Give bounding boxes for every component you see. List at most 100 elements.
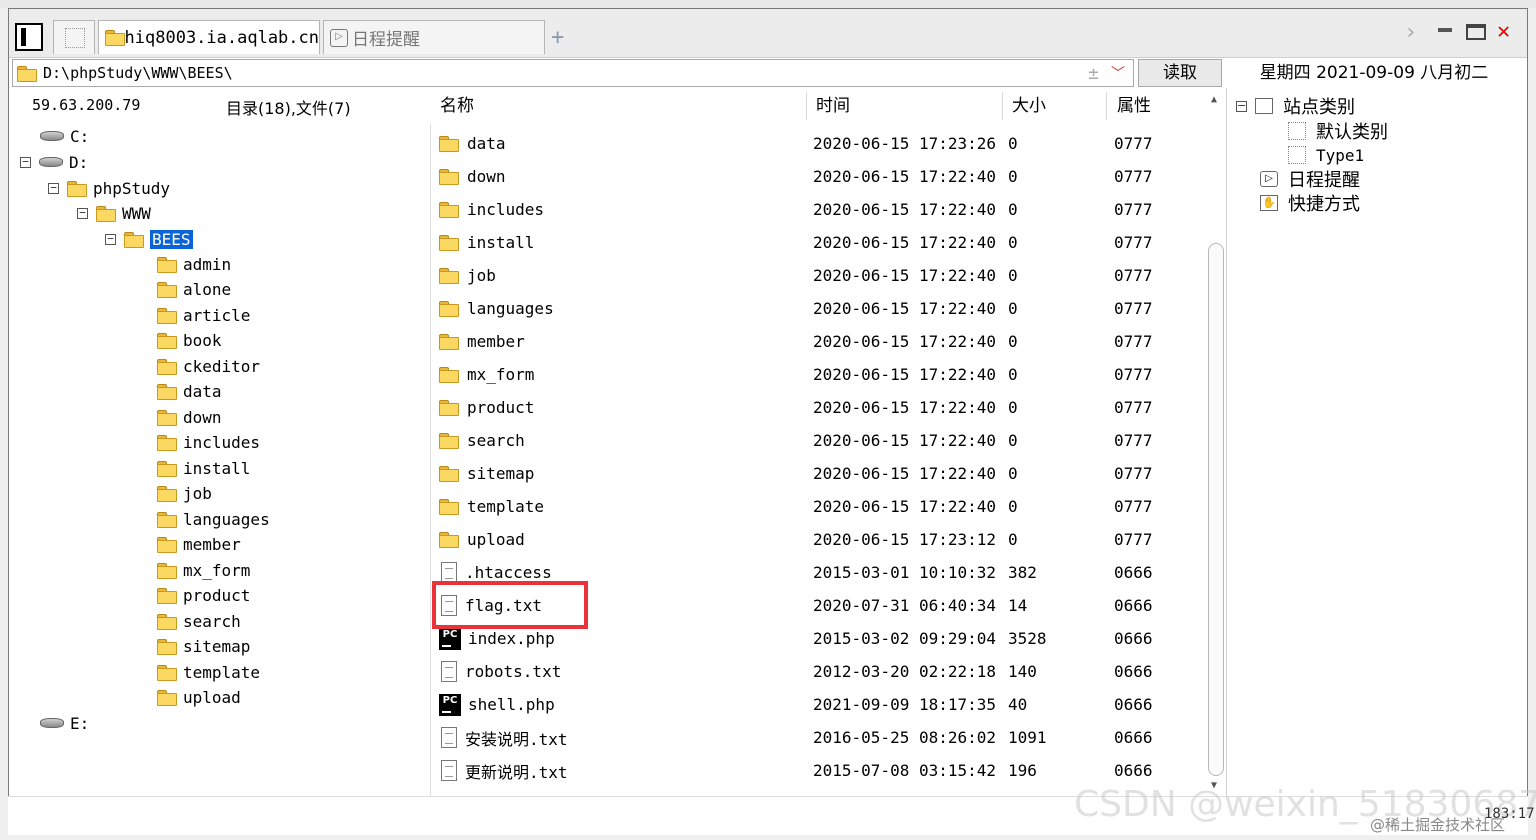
tree-folder[interactable]: product: [157, 584, 250, 608]
file-name-cell: template: [437, 497, 544, 516]
file-row[interactable]: member 2020-06-15 17:22:40 0 0777: [437, 325, 1207, 358]
tree-folder[interactable]: template: [157, 660, 260, 684]
site-category-node[interactable]: − 站点类别: [1236, 94, 1355, 118]
collapse-icon[interactable]: −: [105, 233, 116, 245]
file-time: 2020-06-15 17:22:40: [813, 266, 997, 285]
minimize-icon[interactable]: [1438, 28, 1452, 32]
file-row[interactable]: 安装说明.txt 2016-05-25 08:26:02 1091 0666: [437, 721, 1207, 754]
dir-summary: 目录(18),文件(7): [226, 99, 351, 118]
tree-label: D:: [69, 152, 89, 172]
tree-folder[interactable]: includes: [157, 431, 260, 455]
file-name-cell: robots.txt: [437, 661, 561, 682]
file-row[interactable]: languages 2020-06-15 17:22:40 0 0777: [437, 292, 1207, 325]
close-icon[interactable]: ✕: [1497, 19, 1510, 44]
tree-folder[interactable]: job: [157, 482, 212, 506]
tree-label: phpStudy: [93, 178, 171, 198]
folder-open-icon: [124, 231, 144, 248]
file-row[interactable]: install 2020-06-15 17:22:40 0 0777: [437, 226, 1207, 259]
schedule-node[interactable]: ▷ 日程提醒: [1260, 167, 1360, 191]
collapse-icon[interactable]: −: [48, 182, 59, 194]
tree-folder[interactable]: member: [157, 533, 241, 557]
file-size: 0: [1008, 398, 1018, 417]
folder-icon: [157, 664, 177, 681]
type1-node[interactable]: Type1: [1288, 143, 1364, 167]
tree-phpstudy[interactable]: − phpStudy: [48, 176, 170, 200]
collapse-icon[interactable]: −: [20, 156, 31, 168]
file-row[interactable]: robots.txt 2012-03-20 02:22:18 140 0666: [437, 655, 1207, 688]
column-attr[interactable]: 属性: [1117, 90, 1151, 122]
tree-folder[interactable]: search: [157, 609, 241, 633]
tab-schedule[interactable]: ▷ 日程提醒: [323, 20, 545, 54]
file-row[interactable]: search 2020-06-15 17:22:40 0 0777: [437, 424, 1207, 457]
file-name: search: [467, 431, 525, 450]
collapse-icon[interactable]: −: [77, 207, 88, 219]
file-time: 2020-07-31 06:40:34: [813, 596, 997, 615]
column-name[interactable]: 名称: [440, 90, 474, 122]
default-category-node[interactable]: 默认类别: [1288, 119, 1388, 143]
plus-minus-icon[interactable]: ±: [1088, 63, 1099, 84]
read-button[interactable]: 读取: [1138, 59, 1222, 87]
tree-www[interactable]: − WWW: [77, 201, 151, 225]
tree-folder[interactable]: ckeditor: [157, 354, 260, 378]
chevron-down-icon[interactable]: ﹀: [1111, 63, 1125, 83]
file-row[interactable]: job 2020-06-15 17:22:40 0 0777: [437, 259, 1207, 292]
chevron-right-icon[interactable]: ›: [1404, 20, 1417, 45]
file-name: .htaccess: [465, 563, 552, 582]
address-bar[interactable]: D:\phpStudy\WWW\BEES\ ± ﹀: [12, 59, 1134, 87]
file-row[interactable]: down 2020-06-15 17:22:40 0 0777: [437, 160, 1207, 193]
file-row[interactable]: upload 2020-06-15 17:23:12 0 0777: [437, 523, 1207, 556]
file-row[interactable]: includes 2020-06-15 17:22:40 0 0777: [437, 193, 1207, 226]
file-row[interactable]: sitemap 2020-06-15 17:22:40 0 0777: [437, 457, 1207, 490]
tree-folder[interactable]: languages: [157, 507, 270, 531]
tab-site[interactable]: rhiq8003.ia.aqlab.cn: [98, 20, 320, 54]
site-category-label: 站点类别: [1283, 97, 1355, 118]
file-row[interactable]: mx_form 2020-06-15 17:22:40 0 0777: [437, 358, 1207, 391]
file-name: shell.php: [468, 695, 555, 714]
scrollbar-thumb[interactable]: [1208, 243, 1224, 776]
folder-icon: [439, 499, 459, 515]
file-row[interactable]: 更新说明.txt 2015-07-08 03:15:42 196 0666: [437, 754, 1207, 787]
right-pane-divider[interactable]: [1226, 88, 1227, 796]
shortcut-node[interactable]: ✋ 快捷方式: [1260, 191, 1360, 215]
file-size: 0: [1008, 233, 1018, 252]
file-row[interactable]: data 2020-06-15 17:23:26 0 0777: [437, 127, 1207, 160]
tree-folder[interactable]: install: [157, 456, 250, 480]
collapse-icon[interactable]: −: [1236, 100, 1247, 112]
tree-drive-c[interactable]: C:: [40, 124, 89, 148]
tree-folder[interactable]: data: [157, 380, 222, 404]
scroll-up-icon[interactable]: ▲: [1211, 94, 1217, 105]
tree-folder[interactable]: article: [157, 303, 250, 327]
pane-divider[interactable]: [430, 124, 431, 796]
file-attr: 0777: [1114, 233, 1153, 252]
tree-drive-e[interactable]: E:: [40, 711, 89, 735]
toggle-panel-button[interactable]: [15, 23, 43, 51]
tree-folder[interactable]: admin: [157, 252, 231, 276]
folder-icon: [439, 169, 459, 185]
tree-bees[interactable]: − BEES: [105, 227, 193, 251]
file-row[interactable]: template 2020-06-15 17:22:40 0 0777: [437, 490, 1207, 523]
new-tab-plus-icon[interactable]: +: [551, 25, 564, 50]
file-size: 40: [1008, 695, 1028, 714]
blank-tab[interactable]: [53, 20, 95, 54]
tree-folder[interactable]: upload: [157, 686, 241, 710]
tree-folder[interactable]: book: [157, 329, 222, 353]
file-name: 更新说明.txt: [465, 762, 568, 782]
file-name: install: [467, 233, 535, 252]
tree-label: book: [183, 331, 222, 350]
tree-folder[interactable]: sitemap: [157, 635, 250, 659]
column-size[interactable]: 大小: [1012, 90, 1046, 122]
column-time[interactable]: 时间: [816, 90, 850, 122]
column-separator: [1002, 92, 1003, 120]
tree-folder[interactable]: down: [157, 405, 222, 429]
tree-folder[interactable]: mx_form: [157, 558, 250, 582]
file-name-cell: product: [437, 398, 534, 417]
file-time: 2012-03-20 02:22:18: [813, 662, 997, 681]
file-row[interactable]: product 2020-06-15 17:22:40 0 0777: [437, 391, 1207, 424]
php-file-icon: PC: [439, 693, 461, 716]
maximize-icon[interactable]: [1466, 24, 1486, 40]
folder-icon: [439, 202, 459, 218]
file-row[interactable]: PC shell.php 2021-09-09 18:17:35 40 0666: [437, 688, 1207, 721]
tree-drive-d[interactable]: − D:: [20, 150, 88, 174]
file-attr: 0666: [1114, 596, 1153, 615]
tree-folder[interactable]: alone: [157, 278, 231, 302]
